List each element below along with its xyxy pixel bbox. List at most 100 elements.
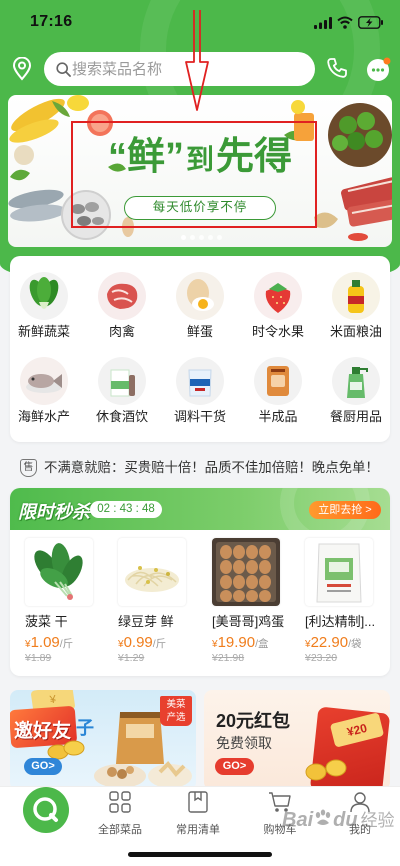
category-label: 海鲜水产 bbox=[17, 409, 70, 424]
signal-icon bbox=[314, 17, 332, 29]
original-price: ¥1.29 bbox=[118, 652, 145, 664]
location-pin-icon[interactable] bbox=[12, 57, 32, 81]
tab-label: 全部菜品 bbox=[98, 824, 142, 836]
category-item[interactable]: 鲜蛋 bbox=[164, 272, 236, 339]
search-icon bbox=[56, 62, 71, 77]
category-item[interactable]: 休食酒饮 bbox=[86, 357, 158, 424]
battery-charging-icon bbox=[358, 16, 383, 29]
product-name: 绿豆芽 鲜 bbox=[118, 614, 174, 629]
seasoning-bag-icon bbox=[176, 357, 224, 405]
message-icon[interactable] bbox=[366, 56, 392, 82]
banner-subtitle: 每天低价享不停 bbox=[124, 196, 276, 220]
original-price: ¥23.20 bbox=[305, 652, 338, 664]
banner-title: “鲜”到先得 bbox=[8, 125, 392, 180]
category-label: 新鲜蔬菜 bbox=[17, 324, 70, 339]
fish-image bbox=[8, 189, 66, 222]
product-name: 菠菜 干 bbox=[25, 614, 68, 629]
phone-icon[interactable] bbox=[326, 57, 348, 79]
product-card[interactable]: [利达精制]... ¥22.90/袋 ¥23.20 bbox=[305, 538, 395, 664]
carousel-dot[interactable] bbox=[217, 235, 222, 240]
invite-go-button[interactable]: GO> bbox=[24, 758, 62, 775]
vegetable-icon bbox=[20, 272, 68, 320]
meicai-select-badge: 美菜 产选 bbox=[160, 696, 192, 726]
badge-line-1: 美菜 bbox=[166, 699, 186, 710]
carousel-dot[interactable] bbox=[190, 235, 195, 240]
search-input[interactable] bbox=[72, 52, 302, 86]
invite-friends-card[interactable]: ¥ 邀好友 子 GO> 美菜 产选 bbox=[10, 690, 196, 790]
product-name: [美哥哥]鸡蛋 bbox=[212, 614, 285, 629]
wifi-icon bbox=[337, 16, 353, 29]
search-bar[interactable] bbox=[44, 52, 315, 86]
baidu-jingyan-watermark: Bai du 经验 bbox=[282, 806, 396, 842]
detergent-bottle-icon bbox=[332, 357, 380, 405]
status-time: 17:16 bbox=[30, 13, 73, 30]
grid-icon bbox=[109, 791, 131, 813]
red-packet-card[interactable]: 20元红包 免费领取 GO> ¥20 bbox=[204, 690, 390, 790]
banner-title-small: 到 bbox=[185, 144, 214, 175]
promo-banner[interactable]: “鲜”到先得 每天低价享不停 bbox=[8, 95, 392, 247]
tab-all-dishes[interactable]: 全部菜品 bbox=[85, 791, 155, 837]
category-label: 米面粮油 bbox=[329, 324, 382, 339]
price-amount: 1.09 bbox=[30, 634, 60, 651]
carousel-dot[interactable] bbox=[199, 235, 204, 240]
watermark-text-3: 经验 bbox=[360, 811, 395, 830]
category-label: 餐厨用品 bbox=[329, 409, 382, 424]
category-label: 肉禽 bbox=[108, 324, 135, 339]
category-label: 半成品 bbox=[258, 409, 298, 424]
home-logo-icon[interactable] bbox=[22, 786, 70, 834]
home-indicator[interactable] bbox=[128, 852, 272, 857]
tab-label: 常用清单 bbox=[176, 824, 220, 836]
watermark-text-2: du bbox=[333, 809, 358, 831]
packaged-food-icon bbox=[254, 357, 302, 405]
category-label: 休食酒饮 bbox=[95, 409, 148, 424]
category-item[interactable]: 餐厨用品 bbox=[320, 357, 392, 424]
flash-sale-section: 限时秒杀 02 : 43 : 48 立即去抢 > 菠菜 干 ¥1.09/斤 ¥1… bbox=[10, 488, 390, 676]
banner-title-end: 先得 bbox=[216, 136, 293, 178]
after-sales-badge: 售 bbox=[20, 459, 37, 477]
paw-icon bbox=[315, 809, 331, 825]
category-label: 调料干货 bbox=[173, 409, 226, 424]
price-amount: 22.90 bbox=[310, 634, 349, 651]
clam-plate-image bbox=[61, 190, 111, 240]
meat-icon bbox=[98, 272, 146, 320]
product-card[interactable]: [美哥哥]鸡蛋 ¥19.90/盒 ¥21.98 bbox=[212, 538, 302, 664]
list-bookmark-icon bbox=[188, 791, 208, 813]
carousel-dot-active[interactable] bbox=[181, 235, 186, 240]
category-item[interactable]: 肉禽 bbox=[86, 272, 158, 339]
category-item[interactable]: 调料干货 bbox=[164, 357, 236, 424]
product-card[interactable]: 绿豆芽 鲜 ¥0.99/斤 ¥1.29 bbox=[118, 538, 208, 664]
red-packet-subtitle: 免费领取 bbox=[216, 735, 272, 751]
category-label: 鲜蛋 bbox=[186, 324, 213, 339]
product-price: ¥22.90/袋 bbox=[305, 634, 362, 654]
price-amount: 19.90 bbox=[217, 634, 256, 651]
spinach-image bbox=[25, 538, 93, 606]
ginger-image bbox=[314, 212, 338, 228]
red-packet-go-button[interactable]: GO> bbox=[215, 758, 254, 775]
tab-favorites-list[interactable]: 常用清单 bbox=[163, 791, 233, 837]
category-item[interactable]: 米面粮油 bbox=[320, 272, 392, 339]
category-item[interactable]: 时令水果 bbox=[242, 272, 314, 339]
original-price: ¥21.98 bbox=[212, 652, 245, 664]
egg-box-image bbox=[212, 538, 280, 606]
drink-box-icon bbox=[98, 357, 146, 405]
flour-bag-image bbox=[305, 538, 373, 606]
watermark-text-1: Bai bbox=[282, 809, 314, 831]
price-unit: /袋 bbox=[348, 638, 362, 650]
flash-sale-header: 限时秒杀 02 : 43 : 48 立即去抢 > bbox=[10, 488, 390, 530]
red-packet-title: 20元红包 bbox=[216, 711, 291, 731]
egg-icon bbox=[176, 272, 224, 320]
app-screen: 17:16 搜索菜品名称 “鲜”到先得 每天低价享不停 新鲜蔬菜 肉禽 鲜蛋 时… bbox=[0, 0, 400, 866]
category-item[interactable]: 海鲜水产 bbox=[8, 357, 80, 424]
grab-now-button[interactable]: 立即去抢 > bbox=[309, 501, 381, 519]
category-item[interactable]: 新鲜蔬菜 bbox=[8, 272, 80, 339]
price-amount: 0.99 bbox=[123, 634, 153, 651]
price-unit: /盒 bbox=[255, 638, 269, 650]
banner-title-main: “鲜” bbox=[107, 136, 184, 178]
carousel-dot[interactable] bbox=[208, 235, 213, 240]
price-unit: /斤 bbox=[152, 638, 167, 650]
category-item[interactable]: 半成品 bbox=[242, 357, 314, 424]
spice-spoon-image bbox=[122, 217, 134, 237]
product-name: [利达精制]... bbox=[305, 614, 376, 629]
original-price: ¥1.89 bbox=[25, 652, 52, 664]
product-card[interactable]: 菠菜 干 ¥1.09/斤 ¥1.89 bbox=[25, 538, 115, 664]
